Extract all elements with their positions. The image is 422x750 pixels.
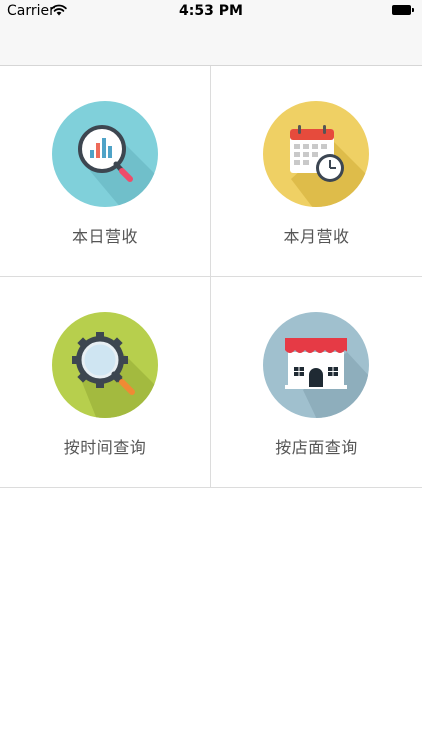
menu-item-query-by-store[interactable]: 按店面查询 (211, 277, 422, 488)
gear-search-icon (52, 312, 158, 418)
status-bar: Carrier 4:53 PM (0, 0, 422, 22)
menu-item-label: 按时间查询 (63, 438, 147, 457)
menu-item-label: 本日营收 (71, 227, 138, 246)
menu-item-daily-revenue[interactable]: 本日营收 (0, 66, 211, 277)
calendar-icon (263, 101, 369, 207)
battery-icon (392, 5, 414, 15)
menu-item-label: 本月营收 (283, 227, 350, 246)
store-icon (263, 312, 369, 418)
menu-item-query-by-time[interactable]: 按时间查询 (0, 277, 211, 488)
menu-grid: 本日营收 本月营收 按时间查询 按店面查询 (0, 66, 422, 488)
daily-revenue-chart-icon (52, 101, 158, 207)
menu-item-label: 按店面查询 (275, 438, 358, 457)
status-time: 4:53 PM (179, 3, 243, 19)
menu-item-monthly-revenue[interactable]: 本月营收 (211, 66, 422, 277)
